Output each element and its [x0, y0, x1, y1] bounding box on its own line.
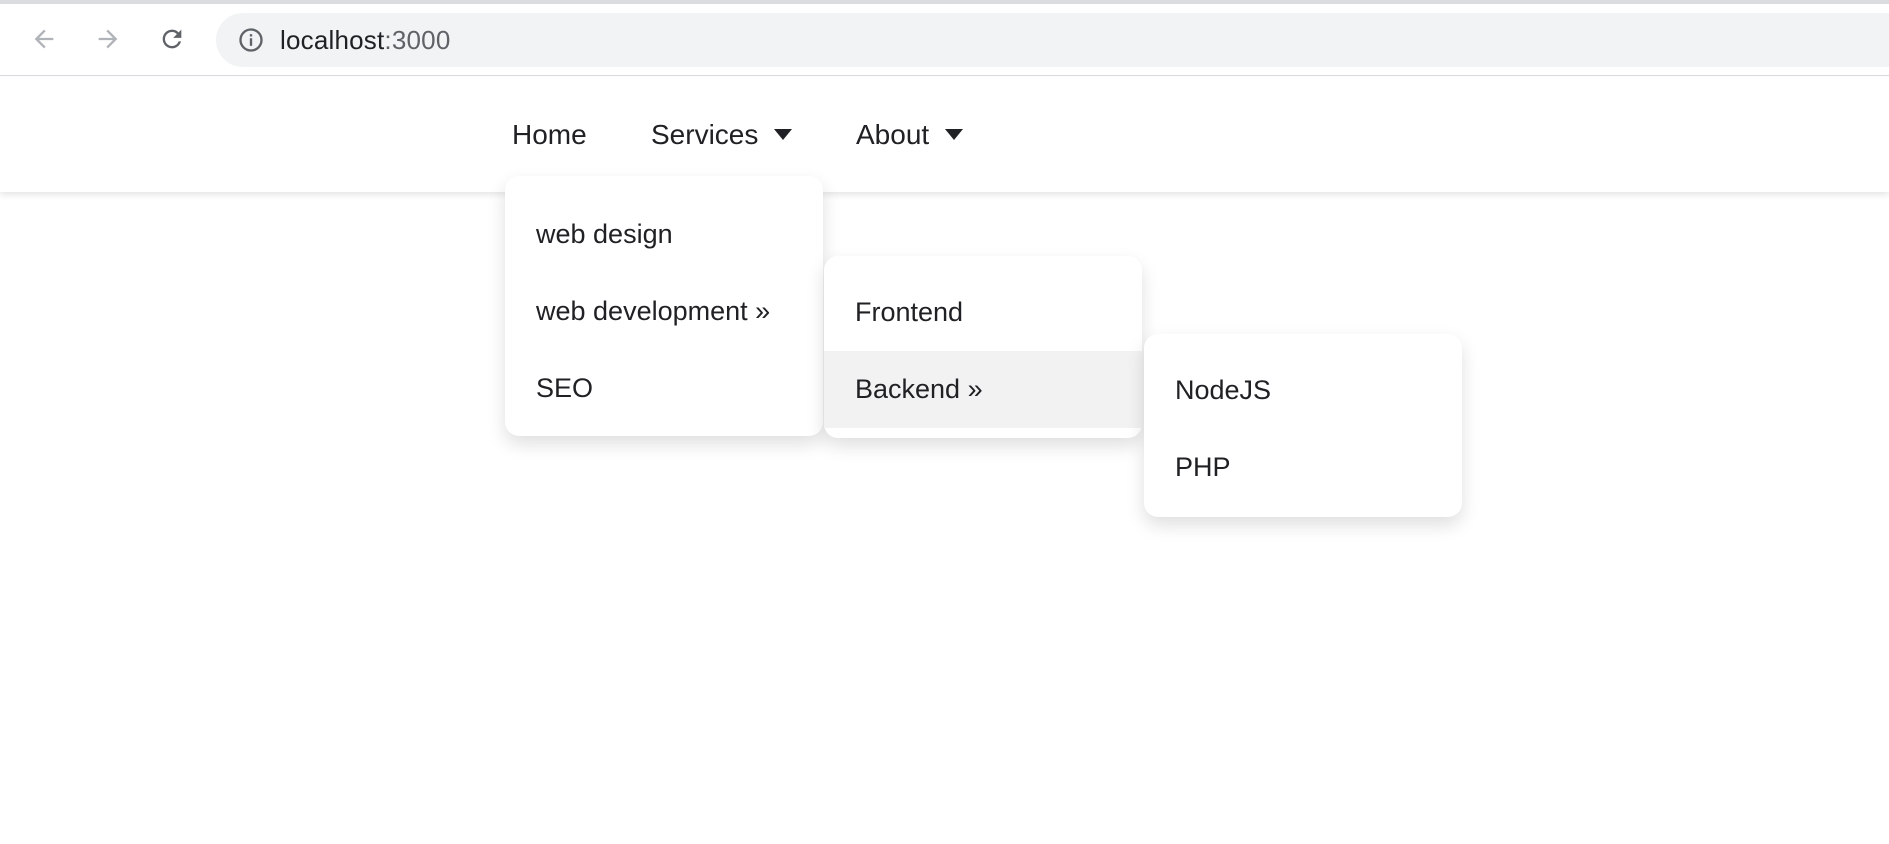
back-arrow-icon	[34, 29, 54, 49]
nav-home[interactable]: Home	[512, 77, 587, 192]
menu-item-label: Frontend	[855, 297, 964, 327]
web-development-submenu: Frontend Backend »	[824, 256, 1142, 438]
reload-button[interactable]	[152, 19, 192, 59]
nav-about[interactable]: About	[856, 77, 964, 192]
nav-services-label: Services	[651, 118, 759, 150]
menu-item-label: web design	[536, 219, 673, 249]
forward-arrow-icon	[98, 29, 118, 49]
back-button[interactable]	[24, 19, 64, 59]
url-host: localhost	[280, 24, 385, 55]
menu-item-label: SEO	[536, 373, 594, 403]
nav-home-label: Home	[512, 118, 587, 150]
menu-item-web-design[interactable]: web design	[505, 196, 823, 273]
url-text: localhost:3000	[280, 25, 451, 56]
menu-item-frontend[interactable]: Frontend	[824, 274, 1142, 351]
menu-item-label: web development »	[536, 296, 771, 326]
nav-about-label: About	[856, 118, 930, 150]
address-bar[interactable]: localhost:3000	[216, 13, 1889, 67]
menu-item-seo[interactable]: SEO	[505, 350, 823, 427]
menu-item-label: NodeJS	[1175, 375, 1272, 405]
menu-item-label: Backend »	[855, 374, 983, 404]
menu-item-label: PHP	[1175, 452, 1231, 482]
menu-item-php[interactable]: PHP	[1144, 429, 1462, 506]
reload-icon	[162, 29, 182, 49]
caret-down-icon	[774, 129, 793, 140]
url-port: :3000	[384, 24, 451, 55]
nav-services[interactable]: Services	[651, 77, 793, 192]
menu-item-web-development[interactable]: web development »	[505, 273, 823, 350]
backend-submenu: NodeJS PHP	[1144, 334, 1462, 517]
menu-item-nodejs[interactable]: NodeJS	[1144, 352, 1462, 429]
forward-button[interactable]	[88, 19, 128, 59]
browser-toolbar: localhost:3000	[0, 4, 1889, 76]
services-dropdown: web design web development » SEO	[505, 176, 823, 436]
caret-down-icon	[945, 129, 964, 140]
info-icon[interactable]	[236, 25, 266, 55]
menu-item-backend[interactable]: Backend »	[824, 351, 1142, 428]
site-navbar: Home Services About	[0, 77, 1889, 192]
